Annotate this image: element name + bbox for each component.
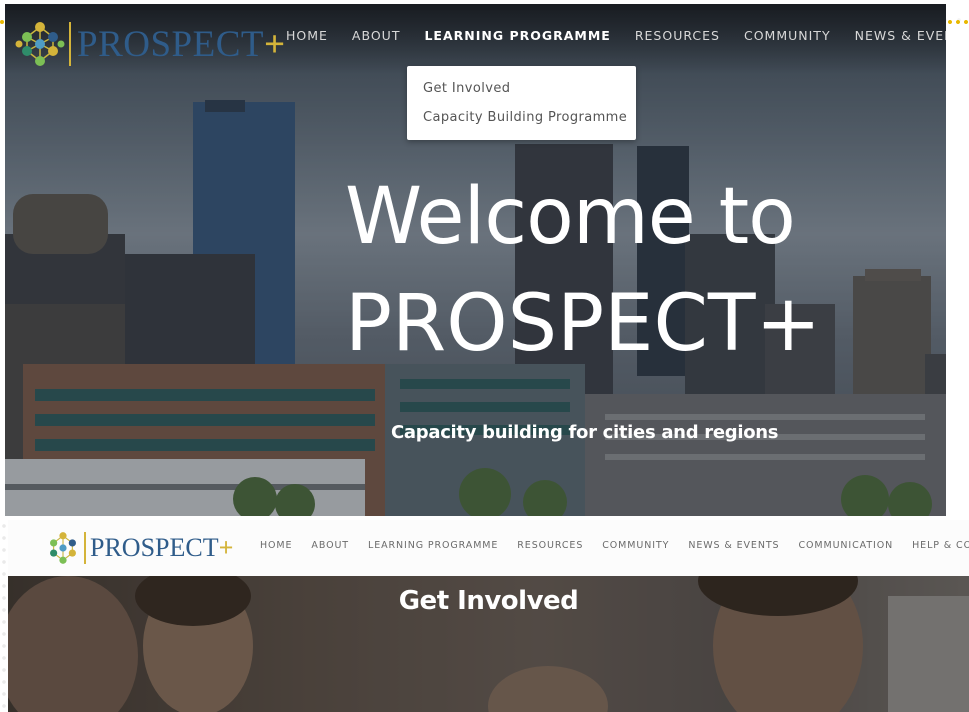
nav-about[interactable]: ABOUT: [352, 28, 401, 43]
nav-about[interactable]: ABOUT: [311, 540, 349, 551]
logo-divider: [69, 22, 71, 66]
nav-community[interactable]: COMMUNITY: [744, 28, 831, 43]
header-bar: PROSPECT+ HOME ABOUT LEARNING PROGRAMME …: [8, 520, 969, 576]
nav-communication[interactable]: COMMUNICATION: [798, 540, 893, 551]
logo-molecule-icon: [15, 22, 65, 66]
site-logo-small[interactable]: PROSPECT+: [45, 530, 233, 566]
nav-news-events[interactable]: NEWS & EVENTS: [688, 540, 779, 551]
nav-home[interactable]: HOME: [260, 540, 292, 551]
hero-heading-line1: Welcome to: [345, 172, 796, 262]
page-title: Get Involved: [398, 586, 579, 616]
decorative-dots-left: [0, 520, 8, 712]
nav-home[interactable]: HOME: [286, 28, 328, 43]
nav-resources[interactable]: RESOURCES: [635, 28, 720, 43]
nav-help-contact[interactable]: HELP & CONT: [912, 540, 969, 551]
logo-text: PROSPECT+: [90, 533, 234, 562]
nav-learning-programme[interactable]: LEARNING PROGRAMME: [424, 28, 610, 43]
hero-heading-line2: PROSPECT+: [345, 279, 821, 369]
nav-learning-programme[interactable]: LEARNING PROGRAMME: [368, 540, 498, 551]
decorative-dot: [0, 20, 4, 24]
nav-community[interactable]: COMMUNITY: [602, 540, 669, 551]
learning-programme-dropdown: Get Involved Capacity Building Programme: [407, 66, 636, 140]
site-logo[interactable]: PROSPECT+: [15, 16, 286, 72]
nav-news-events[interactable]: NEWS & EVENTS: [855, 28, 946, 43]
logo-molecule-icon: [50, 532, 76, 564]
main-nav: HOME ABOUT LEARNING PROGRAMME RESOURCES …: [286, 28, 946, 43]
dropdown-item-capacity-building[interactable]: Capacity Building Programme: [423, 110, 627, 125]
nav-resources[interactable]: RESOURCES: [517, 540, 583, 551]
get-involved-screenshot: PROSPECT+ HOME ABOUT LEARNING PROGRAMME …: [8, 520, 969, 712]
decorative-dots-gold: [946, 20, 969, 24]
homepage-screenshot: PROSPECT+ HOME ABOUT LEARNING PROGRAMME …: [5, 4, 946, 516]
logo-divider: [84, 532, 86, 564]
logo-text: PROSPECT+: [77, 23, 286, 65]
dropdown-item-get-involved[interactable]: Get Involved: [423, 81, 510, 96]
main-nav-sticky: HOME ABOUT LEARNING PROGRAMME RESOURCES …: [260, 540, 969, 551]
hero-subtitle: Capacity building for cities and regions: [391, 422, 779, 443]
